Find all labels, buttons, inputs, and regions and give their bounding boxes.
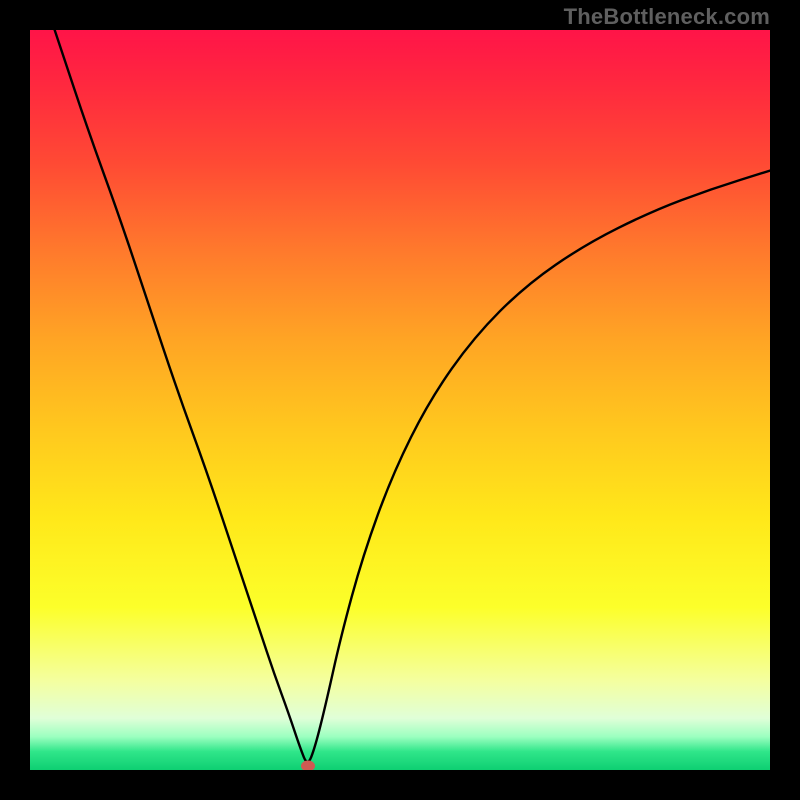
chart-frame: TheBottleneck.com xyxy=(0,0,800,800)
plot-area xyxy=(30,30,770,770)
bottleneck-curve xyxy=(30,30,770,770)
optimal-point-marker xyxy=(301,761,315,770)
watermark-text: TheBottleneck.com xyxy=(564,4,770,30)
